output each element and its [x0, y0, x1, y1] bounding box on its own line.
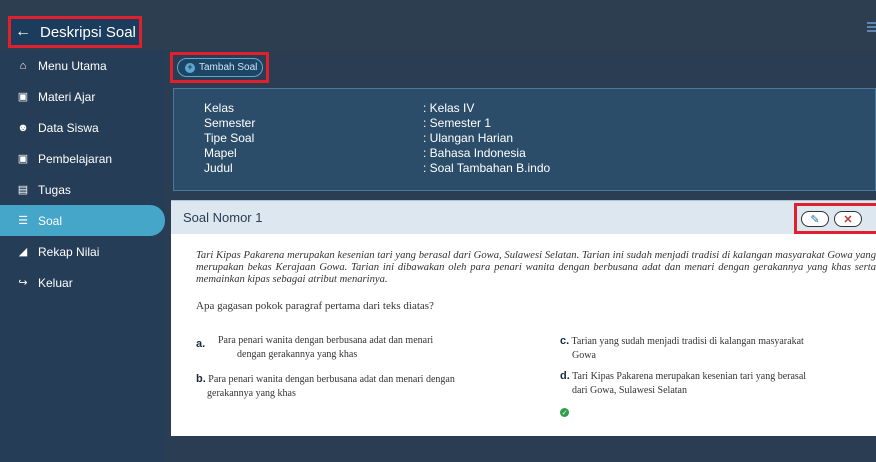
info-key: Tipe Soal: [204, 131, 255, 145]
logout-icon: ↪: [18, 277, 28, 289]
add-question-highlight: + Tambah Soal: [170, 52, 269, 83]
sidebar-item-tugas[interactable]: ▤ Tugas: [0, 174, 165, 205]
pencil-icon: ✎: [810, 213, 820, 226]
question-number: Soal Nomor 1: [183, 210, 263, 225]
home-icon: ⌂: [19, 59, 27, 72]
top-bar: ← Deskripsi Soal: [0, 0, 876, 50]
info-value: : Bahasa Indonesia: [423, 146, 526, 160]
sidebar-item-label: Soal: [38, 213, 63, 228]
sidebar-item-keluar[interactable]: ↪ Keluar: [0, 267, 165, 298]
option-text-line: Para penari wanita dengan berbusana adat…: [218, 335, 434, 346]
presentation-icon: ▣: [17, 91, 29, 103]
option-text-line: Gowa: [572, 350, 596, 361]
plus-circle-icon: +: [185, 62, 195, 73]
sidebar-item-menu-utama[interactable]: ⌂ Menu Utama: [0, 50, 165, 81]
info-key: Kelas: [204, 101, 235, 115]
add-question-button[interactable]: + Tambah Soal: [177, 58, 263, 77]
sidebar-item-label: Pembelajaran: [38, 151, 113, 166]
delete-question-button[interactable]: ✕: [834, 211, 862, 227]
info-value: : Kelas IV: [423, 101, 475, 115]
info-key: Mapel: [204, 146, 237, 160]
option-text-line: gerakannya yang khas: [207, 388, 296, 399]
list-icon: ☰: [18, 215, 28, 227]
back-title-box[interactable]: ← Deskripsi Soal: [8, 16, 142, 48]
option-letter: b.: [196, 373, 206, 385]
close-icon: ✕: [843, 213, 853, 226]
tasks-icon: ▤: [17, 184, 29, 196]
users-icon: ☻: [17, 121, 29, 134]
edit-question-button[interactable]: ✎: [801, 211, 829, 227]
info-key: Judul: [204, 161, 233, 175]
arrow-left-icon[interactable]: ←: [15, 23, 31, 41]
option-text-line: dari Gowa, Sulawesi Selatan: [572, 385, 687, 396]
question-header: Soal Nomor 1: [171, 200, 876, 234]
sidebar-item-label: Materi Ajar: [38, 89, 96, 104]
option-letter: d.: [560, 370, 570, 382]
option-text-line: dengan gerakannya yang khas: [237, 349, 358, 360]
option-text-line: Para penari wanita dengan berbusana adat…: [208, 374, 455, 385]
hamburger-icon[interactable]: [867, 22, 876, 32]
add-question-label: Tambah Soal: [199, 62, 258, 73]
option-text-line: Tari Kipas Pakarena merupakan kesenian t…: [572, 371, 807, 382]
info-value: : Ulangan Harian: [423, 131, 514, 145]
option-d[interactable]: d. Tari Kipas Pakarena merupakan kesenia…: [560, 369, 876, 398]
info-value: : Soal Tambahan B.indo: [423, 161, 551, 175]
sidebar: ⌂ Menu Utama ▣ Materi Ajar ☻ Data Siswa …: [0, 50, 165, 462]
option-text-line: Tarian yang sudah menjadi tradisi di kal…: [571, 336, 804, 347]
sidebar-item-materi-ajar[interactable]: ▣ Materi Ajar: [0, 81, 165, 112]
info-key: Semester: [204, 116, 256, 130]
sidebar-item-label: Menu Utama: [38, 58, 107, 73]
sidebar-item-rekap-nilai[interactable]: ◢ Rekap Nilai: [0, 236, 165, 267]
page-title: Deskripsi Soal: [40, 23, 136, 41]
sidebar-item-data-siswa[interactable]: ☻ Data Siswa: [0, 112, 165, 143]
option-c[interactable]: c. Tarian yang sudah menjadi tradisi di …: [560, 334, 876, 363]
question-body: Tari Kipas Pakarena merupakan kesenian t…: [171, 234, 876, 436]
sidebar-item-label: Keluar: [38, 275, 73, 290]
check-circle-icon: ✓: [560, 408, 569, 417]
question-info-card: Kelas : Kelas IV Semester : Semester 1 T…: [173, 88, 876, 191]
chart-icon: ◢: [18, 246, 28, 258]
sidebar-item-soal[interactable]: ☰ Soal: [0, 205, 165, 236]
sidebar-item-label: Tugas: [38, 182, 71, 197]
main-content: + Tambah Soal Kelas : Kelas IV Semester …: [165, 50, 876, 462]
option-b[interactable]: b. Para penari wanita dengan berbusana a…: [196, 372, 536, 401]
question-prompt: Apa gagasan pokok paragraf pertama dari …: [196, 300, 434, 312]
presentation-icon: ▣: [17, 153, 29, 165]
info-value: : Semester 1: [423, 116, 492, 130]
sidebar-item-label: Rekap Nilai: [38, 244, 100, 259]
sidebar-item-label: Data Siswa: [38, 120, 99, 135]
option-letter: a.: [196, 338, 206, 350]
question-passage: Tari Kipas Pakarena merupakan kesenian t…: [196, 250, 876, 285]
sidebar-item-pembelajaran[interactable]: ▣ Pembelajaran: [0, 143, 165, 174]
option-letter: c.: [560, 335, 570, 347]
question-actions-highlight: ✎ ✕: [794, 203, 876, 234]
